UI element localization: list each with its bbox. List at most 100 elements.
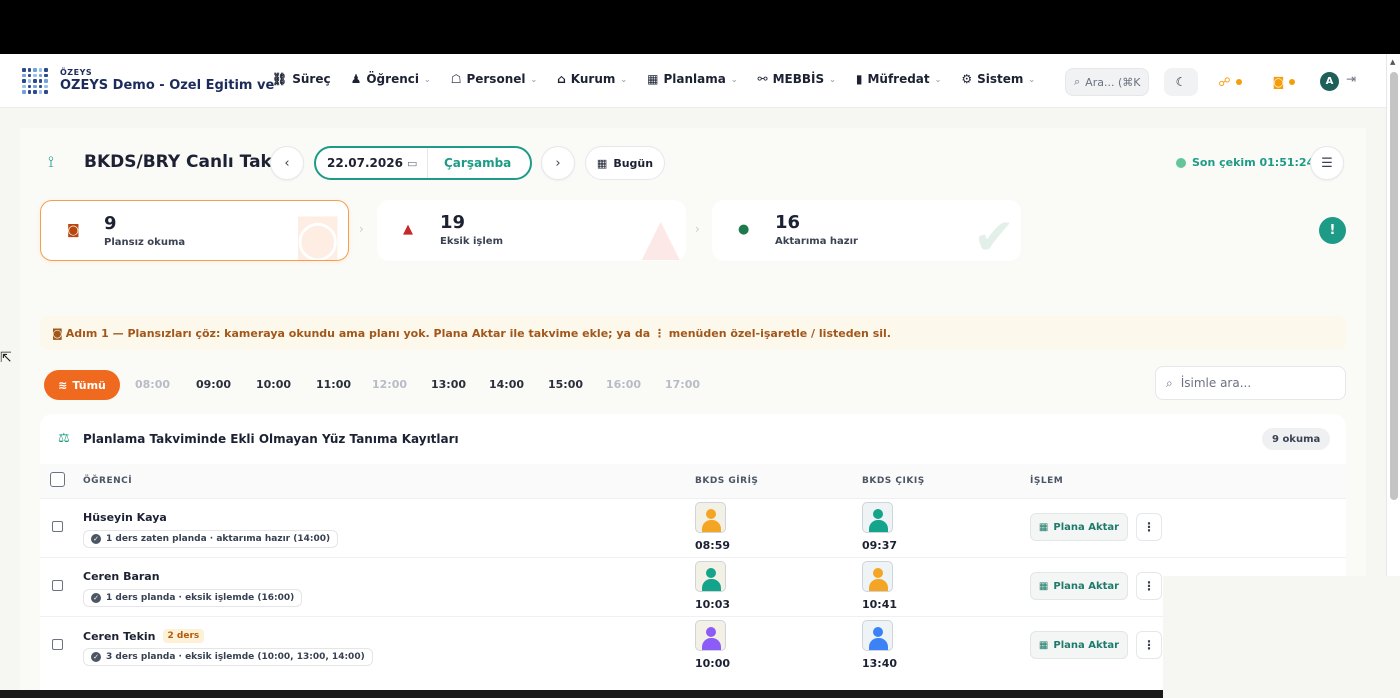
next-day-button[interactable]: › — [541, 146, 575, 180]
hour-filter-0800[interactable]: 08:00 — [135, 378, 170, 391]
nav-item-label: Müfredat — [867, 72, 930, 86]
entry-face-thumbnail[interactable] — [695, 620, 726, 651]
hour-filter-1700[interactable]: 17:00 — [665, 378, 700, 391]
check-circle-icon: ✓ — [91, 652, 101, 662]
hour-filter-1100[interactable]: 11:00 — [316, 378, 351, 391]
stat-label: Plansız okuma — [104, 237, 186, 248]
hour-filter-1000[interactable]: 10:00 — [256, 378, 291, 391]
nav-item-label: Planlama — [663, 72, 726, 86]
layers-icon: ≋ — [58, 378, 68, 392]
transfer-to-plan-button[interactable]: ▦ Plana Aktar — [1030, 513, 1128, 541]
page-scrollbar[interactable]: ▲ — [1386, 54, 1400, 576]
camera-icon: ◙ — [52, 326, 63, 340]
brand-title[interactable]: OZEYS Demo - Ozel Egitim ve — [60, 78, 274, 93]
hour-filter-1600[interactable]: 16:00 — [606, 378, 641, 391]
row-checkbox[interactable] — [52, 639, 63, 650]
date-value: 22.07.2026 — [327, 156, 403, 170]
row-checkbox[interactable] — [52, 521, 63, 532]
broadcast-icon: ⟟ — [48, 152, 54, 171]
student-name-cell: Hüseyin Kaya — [83, 511, 167, 524]
column-student[interactable]: ÖĞRENCİ — [83, 476, 132, 486]
institution-icon: ⌂ — [557, 72, 566, 86]
logo-icon[interactable] — [22, 68, 48, 94]
chevron-right-icon: › — [695, 222, 700, 236]
exit-time: 13:40 — [862, 657, 898, 670]
check-circle-icon: ● — [738, 222, 750, 237]
select-all-checkbox[interactable] — [50, 472, 65, 487]
nav-item-label: Kurum — [570, 72, 616, 86]
dark-mode-toggle[interactable]: ☾ — [1164, 68, 1198, 96]
stat-card-missing[interactable]: ▲ 19 Eksik işlem ▲ — [377, 200, 686, 261]
nav-item-planlama[interactable]: ▦ Planlama ⌄ — [647, 72, 737, 86]
name-search-input[interactable]: ⌕ İsimle ara... — [1155, 366, 1346, 400]
chevron-down-icon: ⌄ — [423, 74, 431, 84]
today-button[interactable]: ▦ Bugün — [585, 146, 665, 180]
hour-filter-1400[interactable]: 14:00 — [489, 378, 524, 391]
entry-face-thumbnail[interactable] — [695, 502, 726, 533]
nav-item-m-fredat[interactable]: ▮ Müfredat ⌄ — [856, 72, 942, 86]
nav-item-personel[interactable]: ☖ Personel ⌄ — [451, 72, 538, 86]
scrollbar-thumb[interactable] — [1390, 72, 1398, 500]
hour-filter-1300[interactable]: 13:00 — [431, 378, 466, 391]
table-column-headers: ÖĞRENCİ BKDS GİRİŞ BKDS ÇIKIŞ İŞLEM — [40, 464, 1346, 498]
logout-icon[interactable]: ⇥ — [1346, 72, 1356, 86]
nav-item-label: MEBBİS — [772, 72, 825, 86]
avatar[interactable]: A — [1320, 72, 1339, 91]
column-entry[interactable]: BKDS GİRİŞ — [695, 476, 758, 486]
search-icon: ⌕ — [1166, 375, 1173, 390]
check-circle-icon: ✓ — [91, 534, 101, 544]
exit-face-thumbnail[interactable] — [862, 561, 893, 592]
entry-face-thumbnail[interactable] — [695, 561, 726, 592]
more-vertical-icon: ⋮ — [1143, 638, 1155, 652]
nav-item-sistem[interactable]: ⚙ Sistem ⌄ — [961, 72, 1035, 86]
filter-all-button[interactable]: ≋ Tümü — [44, 370, 120, 400]
scale-icon: ⚖ — [58, 431, 70, 446]
nav-item-kurum[interactable]: ⌂ Kurum ⌄ — [557, 72, 627, 86]
calendar-plus-icon: ▦ — [1038, 521, 1049, 533]
exit-face-thumbnail[interactable] — [862, 502, 893, 533]
nav-item-label: Öğrenci — [366, 72, 419, 86]
exit-face-thumbnail[interactable] — [862, 620, 893, 651]
hour-filter-1500[interactable]: 15:00 — [548, 378, 583, 391]
status-badge: ✓ 3 ders planda · eksik işlemde (10:00, … — [83, 648, 373, 666]
student-name[interactable]: Ceren Baran — [83, 570, 160, 583]
hour-filter-1200[interactable]: 12:00 — [372, 378, 407, 391]
chevron-down-icon: ⌄ — [620, 74, 628, 84]
prev-day-button[interactable]: ‹ — [270, 146, 304, 180]
nav-item-s-re-[interactable]: ⛓ Süreç — [272, 72, 331, 86]
mouse-cursor-icon: ⇱ — [0, 350, 12, 366]
calendar-plus-icon: ▦ — [1038, 580, 1049, 592]
filter-settings-button[interactable]: ☰ — [1310, 146, 1344, 180]
stat-card-ready[interactable]: ● 16 Aktarıma hazır ✔ — [712, 200, 1021, 261]
taskbar-strip — [0, 690, 1163, 698]
student-name[interactable]: Hüseyin Kaya — [83, 511, 167, 524]
student-name[interactable]: Ceren Tekin — [83, 630, 156, 643]
nav-item--renci[interactable]: ♟ Öğrenci ⌄ — [351, 72, 431, 86]
status-text: 1 ders zaten planda · aktarıma hazır (14… — [106, 534, 331, 544]
status-text: 1 ders planda · eksik işlemde (16:00) — [106, 593, 295, 603]
sync-status-button[interactable]: ☍ — [1208, 68, 1252, 96]
help-info-button[interactable]: ! — [1319, 217, 1346, 244]
row-more-menu-button[interactable]: ⋮ — [1136, 631, 1162, 659]
nav-item-mebbi-s[interactable]: ⚯ MEBBİS ⌄ — [758, 72, 836, 86]
nav-item-label: Süreç — [292, 72, 331, 86]
stat-card-unplanned[interactable]: ◙ 9 Plansız okuma ◙ — [40, 200, 349, 261]
name-search-placeholder: İsimle ara... — [1180, 376, 1252, 390]
date-picker[interactable]: 22.07.2026 ▭ Çarşamba — [314, 146, 532, 180]
transfer-to-plan-button[interactable]: ▦ Plana Aktar — [1030, 572, 1128, 600]
row-more-menu-button[interactable]: ⋮ — [1136, 572, 1162, 600]
global-search-placeholder: Ara... (⌘K — [1085, 75, 1141, 89]
chevron-right-icon: › — [359, 222, 364, 236]
column-exit[interactable]: BKDS ÇIKIŞ — [862, 476, 925, 486]
calendar-icon[interactable]: ▭ — [407, 157, 427, 170]
transfer-to-plan-label: Plana Aktar — [1053, 521, 1120, 533]
hour-filter-0900[interactable]: 09:00 — [196, 378, 231, 391]
transfer-to-plan-button[interactable]: ▦ Plana Aktar — [1030, 631, 1128, 659]
calendar-plus-icon: ▦ — [1038, 639, 1049, 651]
scroll-up-icon[interactable]: ▲ — [1390, 58, 1395, 66]
row-more-menu-button[interactable]: ⋮ — [1136, 513, 1162, 541]
global-search[interactable]: ⌕ Ara... (⌘K — [1065, 68, 1149, 96]
today-label: Bugün — [613, 156, 654, 170]
row-checkbox[interactable] — [52, 580, 63, 591]
camera-status-button[interactable]: ◙ — [1262, 68, 1306, 96]
